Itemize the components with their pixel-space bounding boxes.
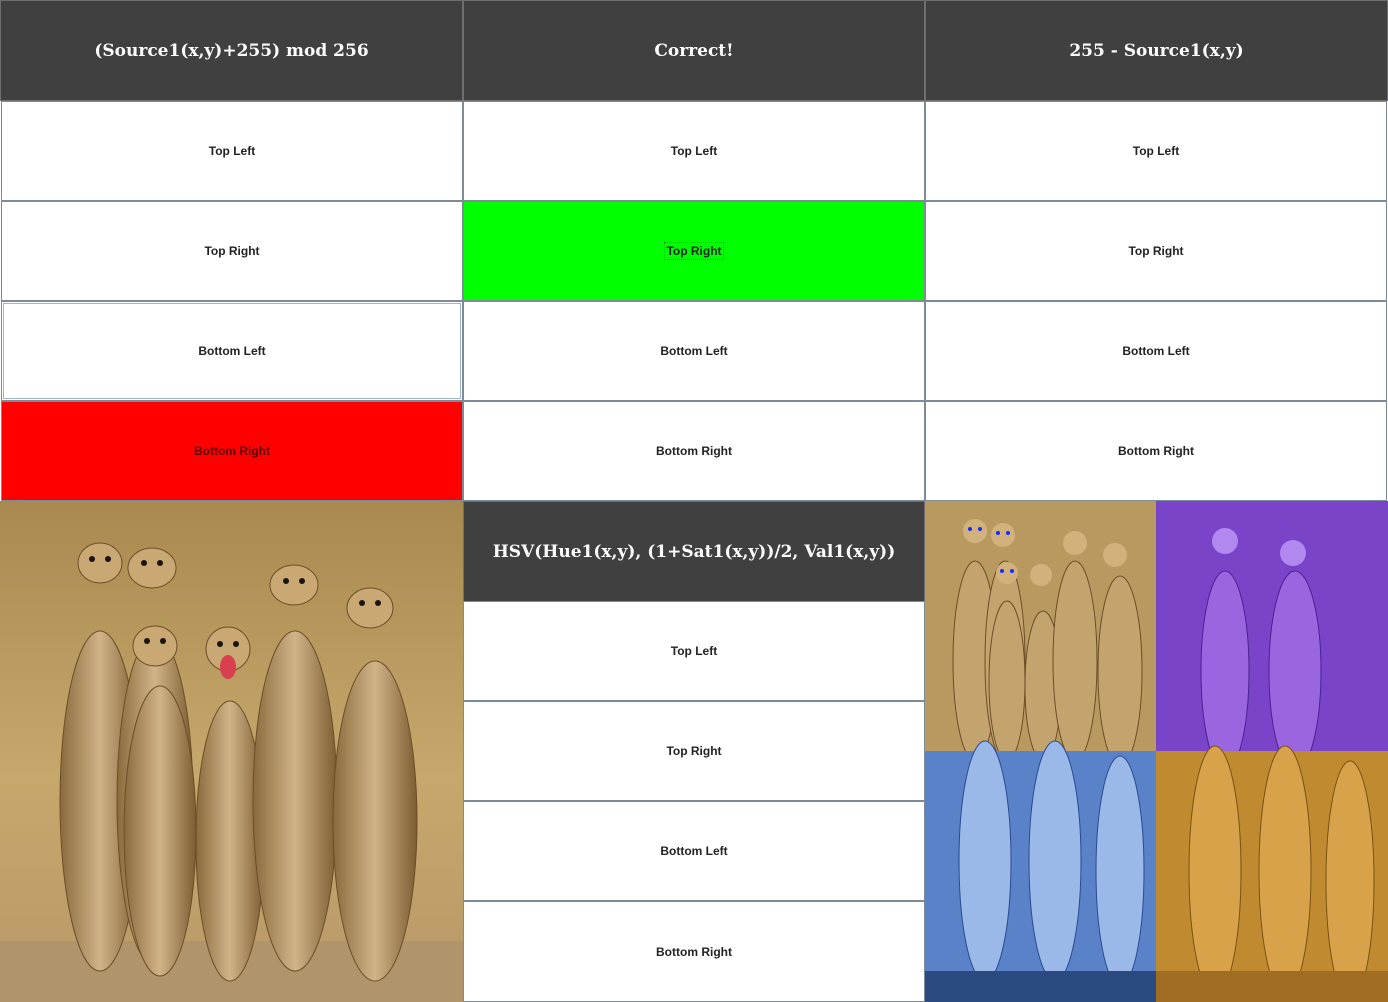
col1-option-bottom-left[interactable]: Bottom Left [1,301,463,401]
col2b-option-top-right[interactable]: Top Right [463,701,925,801]
col3-title: 255 - Source1(x,y) [1069,40,1244,61]
meerkats-four-quadrant-variants [925,501,1388,1002]
col2-option-top-right[interactable]: Top Right [463,201,925,301]
meerkats-photo [0,501,463,1002]
col1-option-top-left[interactable]: Top Left [1,101,463,201]
col3-option-bottom-right[interactable]: Bottom Right [925,401,1387,501]
col2-option-bottom-right[interactable]: Bottom Right [463,401,925,501]
col3-option-top-right[interactable]: Top Right [925,201,1387,301]
col2b-option-top-left[interactable]: Top Left [463,601,925,701]
col2b-option-bottom-left[interactable]: Bottom Left [463,801,925,901]
col1-title: (Source1(x,y)+255) mod 256 [94,40,369,61]
col2b-option-bottom-right[interactable]: Bottom Right [463,901,925,1002]
col2-header: Correct! [463,0,925,101]
col3-option-bottom-left[interactable]: Bottom Left [925,301,1387,401]
col2-title: Correct! [654,40,734,61]
col1-header: (Source1(x,y)+255) mod 256 [0,0,463,101]
col2-option-bottom-left[interactable]: Bottom Left [463,301,925,401]
col2-title-2: HSV(Hue1(x,y), (1+Sat1(x,y))/2, Val1(x,y… [492,541,896,562]
col3-option-top-left[interactable]: Top Left [925,101,1387,201]
col3-header: 255 - Source1(x,y) [925,0,1388,101]
quadrant-top-left [925,501,1156,767]
col2-header-2: HSV(Hue1(x,y), (1+Sat1(x,y))/2, Val1(x,y… [463,501,925,602]
meerkats-illustration [0,501,463,1002]
quadrant-bottom-left [925,740,1156,1002]
col2-option-top-left[interactable]: Top Left [463,101,925,201]
quadrant-bottom-right [1156,745,1388,1002]
col1-option-top-right[interactable]: Top Right [1,201,463,301]
col1-option-bottom-right[interactable]: Bottom Right [1,401,463,501]
quadrant-top-right [1156,501,1388,772]
